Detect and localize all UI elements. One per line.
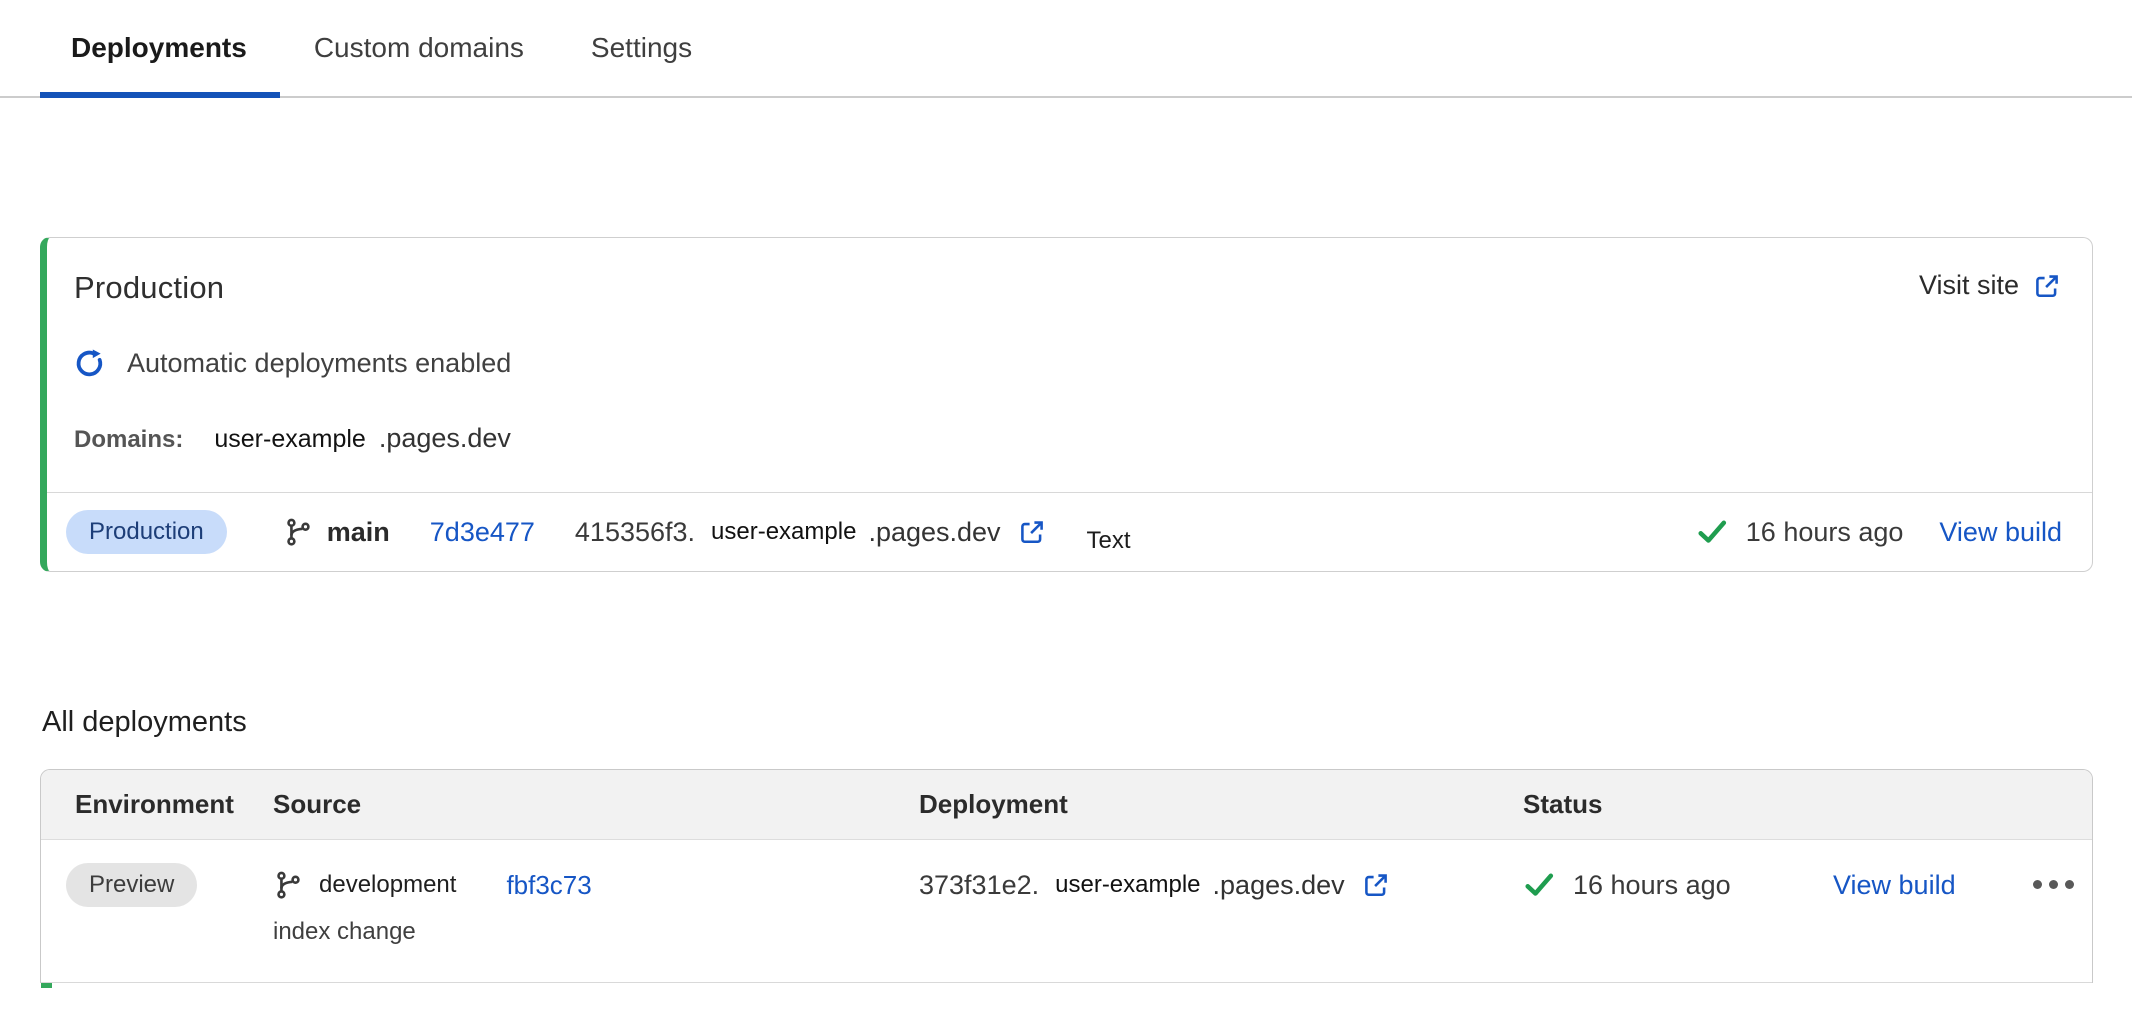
deployment-domain: user-example xyxy=(1055,871,1200,899)
view-build-link[interactable]: View build xyxy=(1939,517,2062,548)
column-header-status: Status xyxy=(1523,789,1833,820)
deployment-id: 373f31e2. xyxy=(919,870,1039,901)
column-header-environment: Environment xyxy=(41,789,273,820)
external-link-icon[interactable] xyxy=(1361,870,1391,900)
production-card: Production Visit site Automa xyxy=(40,237,2093,572)
deployment-domain: user-example xyxy=(711,518,856,546)
git-branch-icon xyxy=(273,870,303,900)
production-deployment-row: Production main 7d3e477 415356f3. user-e… xyxy=(47,492,2092,571)
production-card-title: Production xyxy=(74,270,224,306)
domain-name: user-example xyxy=(214,425,365,454)
view-build-link[interactable]: View build xyxy=(1833,870,1956,901)
deployment-time: 16 hours ago xyxy=(1746,517,1904,548)
external-link-icon xyxy=(2032,271,2062,301)
automatic-deployments-text: Automatic deployments enabled xyxy=(127,348,511,379)
all-deployments-heading: All deployments xyxy=(42,706,2132,739)
tab-custom-domains[interactable]: Custom domains xyxy=(314,32,524,96)
git-branch-icon xyxy=(283,517,313,547)
success-check-icon xyxy=(1523,869,1555,901)
domain-suffix: .pages.dev xyxy=(379,423,511,454)
deployment-id: 415356f3. xyxy=(575,517,695,548)
environment-badge: Production xyxy=(66,510,227,554)
commit-message: Text xyxy=(1087,527,1131,555)
table-row: Preview development fbf3c73 index change xyxy=(41,840,2092,983)
branch-name: main xyxy=(327,517,390,548)
commit-hash-link[interactable]: 7d3e477 xyxy=(430,517,535,548)
refresh-icon xyxy=(74,348,105,379)
commit-message: index change xyxy=(273,918,919,946)
deployments-table: Environment Source Deployment Status Pre… xyxy=(40,769,2093,983)
success-check-icon xyxy=(1696,516,1728,548)
table-header: Environment Source Deployment Status xyxy=(41,770,2092,840)
tab-deployments[interactable]: Deployments xyxy=(71,32,247,96)
column-header-deployment: Deployment xyxy=(919,789,1523,820)
external-link-icon[interactable] xyxy=(1017,517,1047,547)
domains-label: Domains: xyxy=(74,426,183,454)
column-header-source: Source xyxy=(273,789,919,820)
automatic-deployments-status: Automatic deployments enabled xyxy=(74,348,2062,379)
tab-settings[interactable]: Settings xyxy=(591,32,692,96)
visit-site-label: Visit site xyxy=(1919,270,2019,301)
overflow-menu-icon[interactable] xyxy=(2033,880,2092,889)
next-row-accent xyxy=(41,983,52,988)
branch-name: development xyxy=(319,871,456,899)
commit-hash-link[interactable]: fbf3c73 xyxy=(506,870,591,901)
environment-badge: Preview xyxy=(66,863,197,907)
domains-row: Domains: user-example .pages.dev xyxy=(74,423,2062,454)
deployment-suffix: .pages.dev xyxy=(868,517,1000,548)
visit-site-link[interactable]: Visit site xyxy=(1919,270,2062,301)
deployment-suffix: .pages.dev xyxy=(1213,870,1345,901)
tab-bar: Deployments Custom domains Settings xyxy=(0,0,2132,98)
deployment-time: 16 hours ago xyxy=(1573,870,1731,901)
